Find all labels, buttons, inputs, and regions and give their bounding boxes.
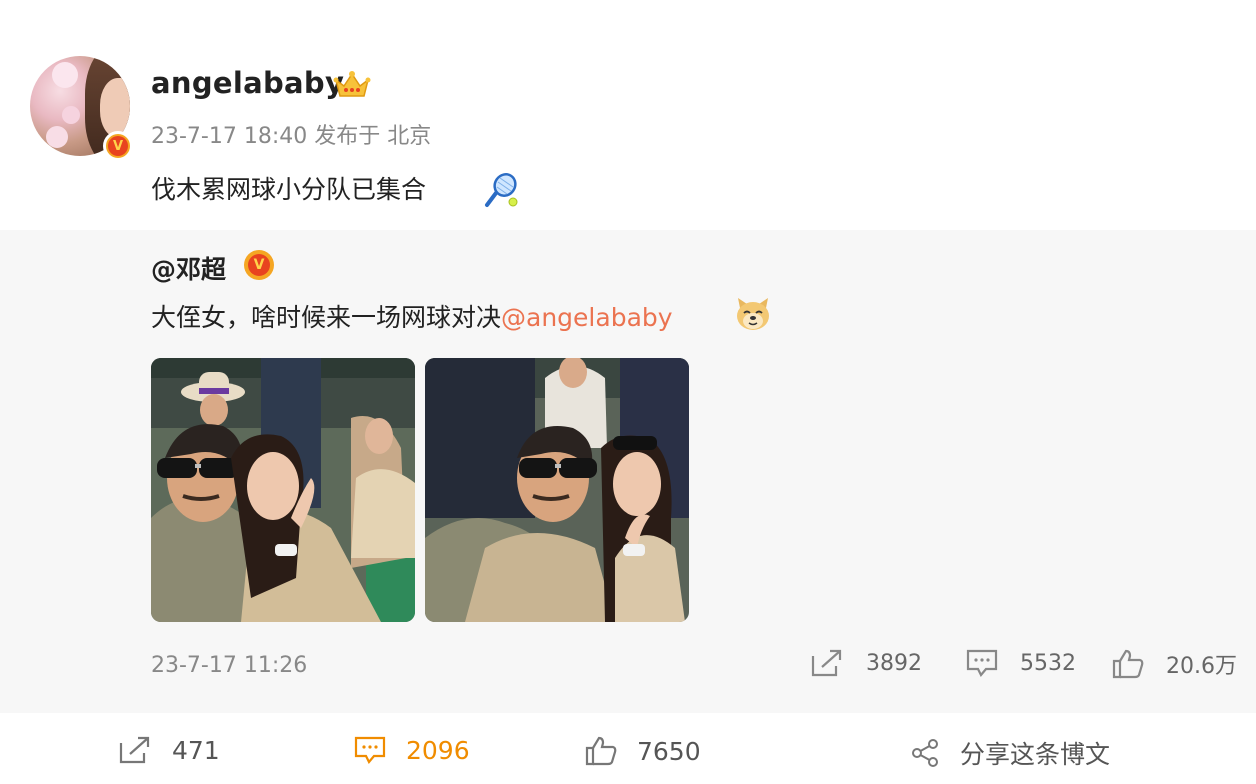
action-bar: 471 2096 7650 分享这条博文 [0, 713, 1256, 784]
share-count: 471 [172, 735, 220, 765]
verified-badge-icon: V [103, 131, 133, 161]
post-text: 伐木累网球小分队已集合 [151, 175, 427, 204]
share-post-button[interactable]: 分享这条博文 [910, 735, 1110, 771]
share-button[interactable]: 471 [118, 735, 220, 765]
repost-time[interactable]: 23-7-17 11:26 [151, 653, 307, 678]
repost-card[interactable]: @邓超 V 大侄女，啥时候来一场网球对决@angelababy 23-7-17 … [0, 230, 1256, 713]
share-network-icon [912, 739, 938, 767]
repost-comment-count: 5532 [1020, 650, 1076, 676]
share-post-label: 分享这条博文 [960, 740, 1111, 769]
username[interactable]: angelababy [151, 66, 344, 100]
repost-username[interactable]: @邓超 [151, 250, 226, 286]
post-location: 发布于 北京 [314, 124, 432, 149]
share-icon [119, 736, 150, 764]
thumbs-up-icon [1112, 649, 1144, 679]
comment-icon [966, 649, 998, 677]
post-time[interactable]: 23-7-17 18:40 [151, 124, 307, 149]
comment-count: 2096 [406, 735, 470, 765]
crown-icon[interactable] [333, 70, 371, 100]
repost-text: 大侄女，啥时候来一场网球对决@angelababy [151, 298, 673, 334]
repost-share-button[interactable]: 3892 [810, 648, 922, 678]
post-meta: 23-7-17 18:40 发布于 北京 [151, 118, 431, 150]
verified-badge-icon: V [244, 250, 274, 280]
mention-link[interactable]: @angelababy [501, 303, 673, 332]
share-icon [811, 649, 842, 677]
doge-icon [737, 298, 769, 330]
repost-comment-button[interactable]: 5532 [966, 648, 1076, 678]
like-count: 7650 [637, 736, 701, 766]
thumbs-up-icon [585, 736, 617, 766]
photo-thumbnail[interactable] [151, 358, 415, 622]
repost-text-body: 大侄女，啥时候来一场网球对决 [151, 303, 502, 332]
repost-like-count: 20.6万 [1166, 654, 1237, 679]
tennis-racket-icon [485, 173, 518, 207]
post-header: V angelababy 23-7-17 18:40 发布于 北京 伐木累网球小… [0, 0, 1256, 230]
photo-thumbnail[interactable] [425, 358, 689, 622]
repost-share-count: 3892 [866, 650, 922, 676]
comment-button[interactable]: 2096 [354, 735, 470, 765]
comment-icon [354, 736, 386, 764]
like-button[interactable]: 7650 [585, 735, 701, 767]
repost-like-button[interactable]: 20.6万 [1112, 648, 1237, 680]
